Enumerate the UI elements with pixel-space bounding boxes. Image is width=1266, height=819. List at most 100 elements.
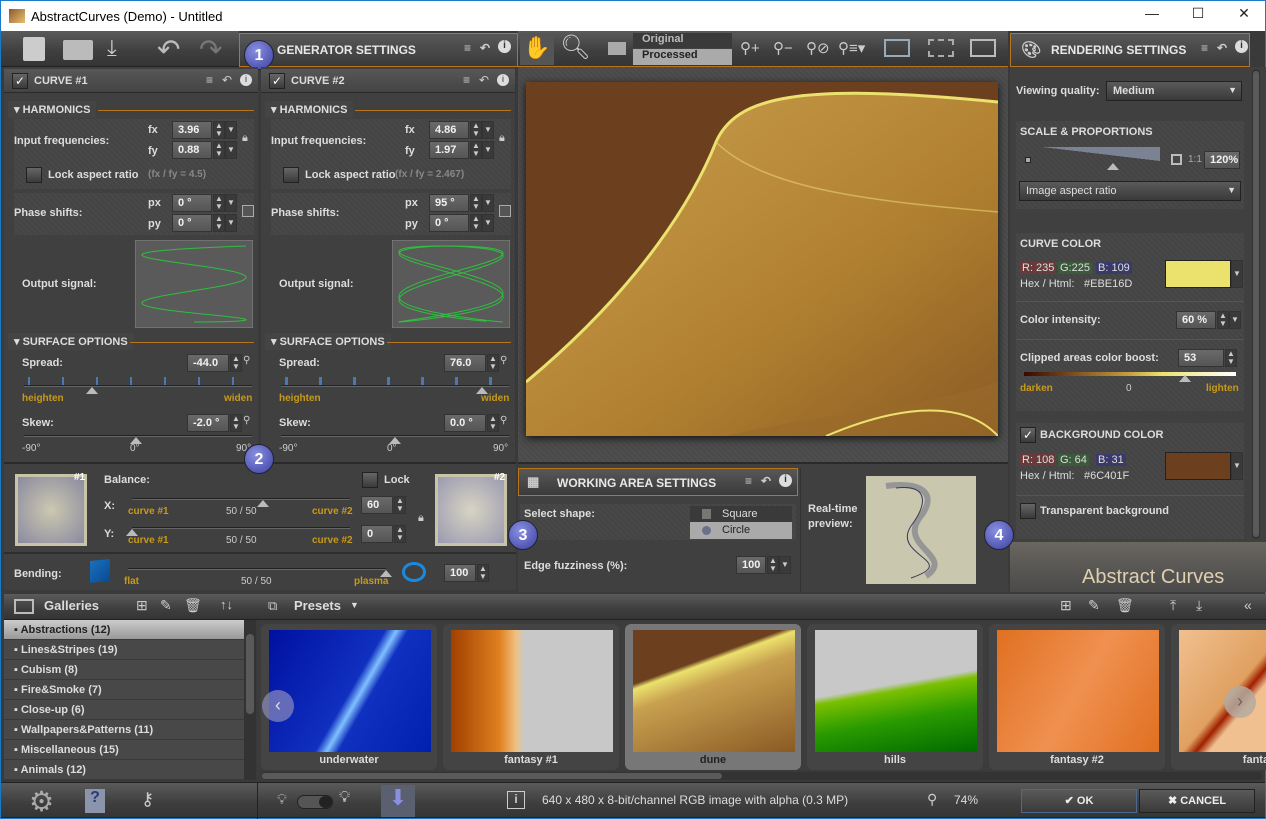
- spread-slider[interactable]: [24, 385, 252, 387]
- reset-icon[interactable]: ↶: [761, 474, 771, 488]
- curve-enable-checkbox[interactable]: ✓: [269, 73, 285, 89]
- scrollbar-thumb[interactable]: [246, 634, 254, 714]
- image-view-icon[interactable]: [608, 42, 626, 55]
- actual-size-icon[interactable]: [928, 39, 954, 57]
- reset-icon[interactable]: ↶: [480, 41, 490, 55]
- info-icon[interactable]: i: [240, 74, 252, 86]
- shape-square-option[interactable]: Square: [690, 506, 792, 522]
- spread-input[interactable]: 76.0: [444, 354, 486, 372]
- shape-circle-option[interactable]: Circle: [690, 522, 792, 539]
- info-icon[interactable]: i: [779, 474, 792, 487]
- py-input[interactable]: 0 °: [172, 214, 212, 232]
- one-to-one-button[interactable]: 1:1: [1188, 154, 1202, 165]
- open-folder-icon[interactable]: [63, 40, 93, 60]
- fy-input[interactable]: 1.97: [429, 141, 469, 159]
- rendering-scrollbar[interactable]: [1252, 69, 1260, 539]
- edit-preset-icon[interactable]: ✎: [1088, 597, 1100, 614]
- chevron-down-icon[interactable]: ▼: [350, 600, 359, 610]
- scale-input[interactable]: 120%: [1204, 151, 1240, 169]
- close-button[interactable]: ✕: [1221, 5, 1266, 27]
- py-input[interactable]: 0 °: [429, 214, 469, 232]
- lock-aspect-checkbox[interactable]: [26, 167, 42, 183]
- undo-icon[interactable]: ↶: [157, 33, 180, 66]
- new-image-icon[interactable]: [23, 37, 45, 61]
- edge-fuzziness-input[interactable]: 100: [736, 556, 766, 574]
- search-icon[interactable]: ⚲: [243, 355, 250, 366]
- fx-dropdown[interactable]: ▼: [225, 121, 237, 139]
- info-icon[interactable]: i: [498, 40, 511, 53]
- balance-x-thumb[interactable]: [256, 500, 269, 507]
- spread-thumb[interactable]: [86, 387, 99, 394]
- gallery-item[interactable]: ▪ Lines&Stripes (19): [4, 640, 244, 660]
- search-icon[interactable]: ⚲: [500, 415, 507, 426]
- scale-slider[interactable]: [1042, 147, 1160, 161]
- gallery-item[interactable]: ▪ Fire&Smoke (7): [4, 680, 244, 700]
- py-spinner[interactable]: ▲ ▼: [470, 214, 482, 232]
- py-dropdown[interactable]: ▼: [482, 214, 494, 232]
- skew-spinner[interactable]: ▲ ▼: [487, 414, 499, 432]
- skew-input[interactable]: -2.0 °: [187, 414, 229, 432]
- color-boost-slider[interactable]: [1024, 372, 1236, 376]
- surface-options-section[interactable]: ▾ SURFACE OPTIONS: [265, 333, 391, 350]
- search-icon[interactable]: ⚲: [500, 355, 507, 366]
- py-spinner[interactable]: ▲ ▼: [213, 214, 225, 232]
- px-spinner[interactable]: ▲ ▼: [470, 194, 482, 212]
- license-key-icon[interactable]: ⚷: [141, 789, 154, 810]
- bending-input[interactable]: 100: [444, 564, 476, 582]
- export-preset-icon[interactable]: ⤒: [1170, 597, 1176, 614]
- settings-gear-icon[interactable]: ⚙: [29, 785, 54, 818]
- reset-icon[interactable]: ↶: [222, 73, 232, 87]
- gallery-item[interactable]: ▪ Abstractions (12): [4, 620, 244, 640]
- background-color-checkbox[interactable]: ✓: [1020, 427, 1036, 443]
- menu-icon[interactable]: ≡: [745, 474, 752, 488]
- aspect-ratio-select[interactable]: Image aspect ratio ▼: [1019, 181, 1241, 201]
- fullscreen-icon[interactable]: [970, 39, 996, 57]
- menu-icon[interactable]: ≡: [463, 73, 470, 87]
- px-dropdown[interactable]: ▼: [482, 194, 494, 212]
- presets-scrollbar[interactable]: [262, 772, 1262, 780]
- hand-tool-icon[interactable]: ✋: [520, 33, 554, 65]
- delete-preset-icon[interactable]: 🗑︎: [1116, 597, 1134, 614]
- scrollbar-thumb[interactable]: [262, 773, 722, 779]
- preset-card[interactable]: hills: [807, 624, 983, 770]
- scale-thumb[interactable]: [1106, 163, 1119, 170]
- balance-x-slider[interactable]: [132, 498, 350, 500]
- processed-toggle[interactable]: Processed: [633, 49, 732, 65]
- curve2-thumbnail[interactable]: [435, 474, 507, 546]
- add-gallery-icon[interactable]: ⊞: [136, 597, 148, 614]
- lock-aspect-checkbox[interactable]: [283, 167, 299, 183]
- collapse-icon[interactable]: «: [1244, 597, 1252, 613]
- maximize-button[interactable]: ☐: [1175, 5, 1221, 27]
- light-toggle[interactable]: [297, 795, 333, 809]
- curve-hex-value[interactable]: #EBE16D: [1084, 278, 1132, 290]
- info-icon[interactable]: i: [1235, 40, 1248, 53]
- edge-fuzziness-dropdown[interactable]: ▼: [779, 556, 791, 574]
- presets-dropdown[interactable]: Presets: [294, 598, 341, 613]
- fy-dropdown[interactable]: ▼: [482, 141, 494, 159]
- bending-spinner[interactable]: ▲ ▼: [477, 564, 489, 582]
- delete-gallery-icon[interactable]: 🗑︎: [184, 597, 202, 614]
- fx-spinner[interactable]: ▲ ▼: [213, 121, 225, 139]
- gallery-item[interactable]: ▪ Close-up (6): [4, 700, 244, 720]
- color-boost-spinner[interactable]: ▲ ▼: [1225, 349, 1237, 367]
- viewing-quality-select[interactable]: Medium ▼: [1106, 81, 1242, 101]
- phase-reset-icon[interactable]: [242, 205, 254, 217]
- fy-dropdown[interactable]: ▼: [225, 141, 237, 159]
- apply-download-button[interactable]: ⬇: [381, 785, 415, 817]
- zoom-reset-icon[interactable]: ⚲⊘: [806, 39, 830, 57]
- scroll-right-button[interactable]: ›: [1224, 686, 1256, 718]
- lock-icon[interactable]: 🔒︎: [499, 132, 505, 145]
- fx-input[interactable]: 3.96: [172, 121, 212, 139]
- menu-icon[interactable]: ≡: [464, 41, 471, 55]
- background-color-swatch[interactable]: [1165, 452, 1231, 480]
- gallery-item[interactable]: ▪ Animals (12): [4, 760, 244, 780]
- px-dropdown[interactable]: ▼: [225, 194, 237, 212]
- preset-card[interactable]: fantasy #2: [989, 624, 1165, 770]
- menu-icon[interactable]: ≡: [1201, 41, 1208, 55]
- search-icon[interactable]: ⚲: [243, 415, 250, 426]
- skew-spinner[interactable]: ▲ ▼: [230, 414, 242, 432]
- balance-x-spinner[interactable]: ▲ ▼: [394, 496, 406, 514]
- reset-icon[interactable]: ↶: [479, 73, 489, 87]
- fx-dropdown[interactable]: ▼: [482, 121, 494, 139]
- fit-image-icon[interactable]: [884, 39, 910, 57]
